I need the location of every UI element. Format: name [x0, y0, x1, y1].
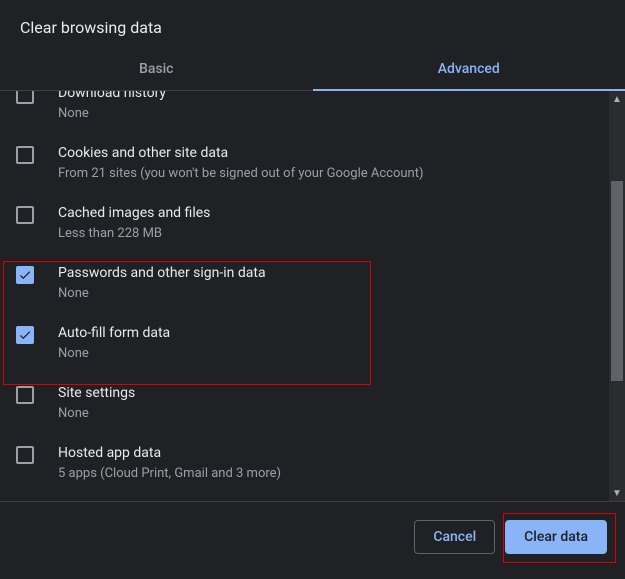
- checkbox-download-history[interactable]: [16, 91, 34, 104]
- checkbox-cached-images[interactable]: [16, 206, 34, 224]
- option-title: Cached images and files: [58, 203, 210, 223]
- tab-advanced[interactable]: Advanced: [313, 49, 625, 90]
- option-cookies[interactable]: Cookies and other site data From 21 site…: [0, 133, 625, 193]
- option-desc: None: [58, 405, 135, 423]
- option-desc: None: [58, 105, 166, 123]
- checkbox-cookies[interactable]: [16, 146, 34, 164]
- scrollbar-track[interactable]: ▲ ▼: [609, 91, 625, 501]
- dialog-title: Clear browsing data: [0, 0, 625, 49]
- scrollbar-thumb[interactable]: [611, 181, 623, 381]
- option-title: Site settings: [58, 383, 135, 403]
- option-passwords[interactable]: Passwords and other sign-in data None: [0, 253, 625, 313]
- option-text: Cached images and files Less than 228 MB: [58, 203, 210, 243]
- option-title: Passwords and other sign-in data: [58, 263, 266, 283]
- tab-bar: Basic Advanced: [0, 49, 625, 91]
- option-desc: None: [58, 285, 266, 303]
- option-text: Download history None: [58, 91, 166, 123]
- option-site-settings[interactable]: Site settings None: [0, 373, 625, 433]
- option-desc: Less than 228 MB: [58, 225, 210, 243]
- option-text: Cookies and other site data From 21 site…: [58, 143, 423, 183]
- check-icon: [18, 328, 32, 342]
- scroll-up-icon[interactable]: ▲: [609, 91, 625, 107]
- option-text: Hosted app data 5 apps (Cloud Print, Gma…: [58, 443, 281, 483]
- option-download-history[interactable]: Download history None: [0, 91, 625, 133]
- check-icon: [18, 268, 32, 282]
- option-text: Passwords and other sign-in data None: [58, 263, 266, 303]
- checkbox-passwords[interactable]: [16, 266, 34, 284]
- dialog-footer: Cancel Clear data: [0, 502, 625, 554]
- checkbox-hosted-apps[interactable]: [16, 446, 34, 464]
- option-hosted-apps[interactable]: Hosted app data 5 apps (Cloud Print, Gma…: [0, 433, 625, 493]
- option-title: Hosted app data: [58, 443, 281, 463]
- cancel-button[interactable]: Cancel: [414, 520, 495, 554]
- option-text: Auto-fill form data None: [58, 323, 170, 363]
- clear-data-button[interactable]: Clear data: [505, 520, 607, 554]
- option-desc: None: [58, 345, 170, 363]
- option-text: Site settings None: [58, 383, 135, 423]
- option-desc: 5 apps (Cloud Print, Gmail and 3 more): [58, 465, 281, 483]
- option-title: Download history: [58, 91, 166, 103]
- tab-basic[interactable]: Basic: [0, 49, 313, 90]
- option-cached-images[interactable]: Cached images and files Less than 228 MB: [0, 193, 625, 253]
- options-list: Download history None Cookies and other …: [0, 91, 625, 493]
- checkbox-autofill[interactable]: [16, 326, 34, 344]
- option-autofill[interactable]: Auto-fill form data None: [0, 313, 625, 373]
- options-scroll-area: Download history None Cookies and other …: [0, 91, 625, 501]
- option-title: Auto-fill form data: [58, 323, 170, 343]
- option-desc: From 21 sites (you won't be signed out o…: [58, 165, 423, 183]
- scroll-down-icon[interactable]: ▼: [609, 485, 625, 501]
- option-title: Cookies and other site data: [58, 143, 423, 163]
- checkbox-site-settings[interactable]: [16, 386, 34, 404]
